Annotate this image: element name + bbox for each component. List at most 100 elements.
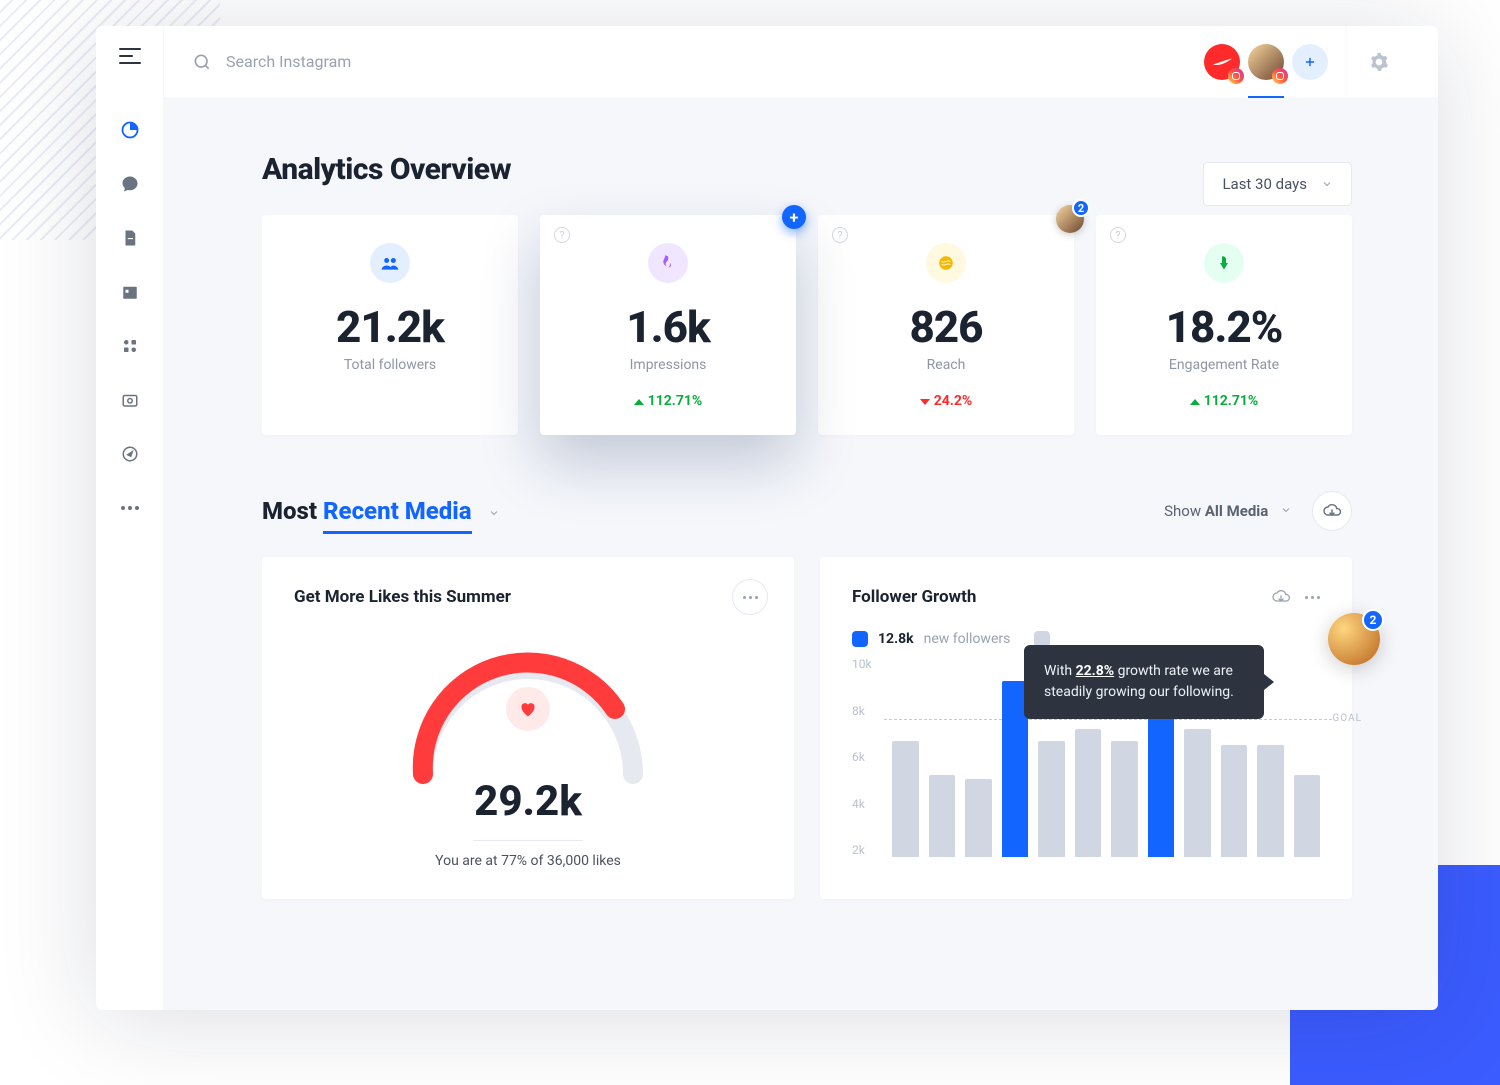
reach-label: Reach <box>840 357 1052 373</box>
search-field[interactable] <box>192 52 1204 72</box>
overview-header: Analytics Overview Last 30 days <box>262 152 1352 215</box>
legend-label: new followers <box>924 631 1011 647</box>
chevron-down-icon <box>1280 504 1292 516</box>
bar[interactable] <box>929 775 956 857</box>
overview-title: Analytics Overview <box>262 152 511 187</box>
account-switcher <box>1204 44 1328 80</box>
sidebar-item-camera[interactable] <box>120 390 140 410</box>
bar[interactable] <box>892 741 919 857</box>
chevron-down-icon <box>1321 178 1333 190</box>
gauge-caption: You are at 77% of 36,000 likes <box>294 853 762 869</box>
sidebar-item-grid[interactable] <box>120 336 140 356</box>
reach-delta: 24.2% <box>840 393 1052 409</box>
media-filter-prefix: Show <box>1164 502 1205 520</box>
main-area: Analytics Overview Last 30 days 21.2k To… <box>164 26 1438 1010</box>
media-section-header: Most Recent Media Show All Media <box>262 491 1352 531</box>
settings-button[interactable] <box>1346 26 1410 97</box>
sidebar-item-schedule[interactable] <box>120 282 140 302</box>
followers-label: Total followers <box>284 357 496 373</box>
bar[interactable] <box>1038 741 1065 857</box>
bar[interactable] <box>1111 741 1138 857</box>
account-avatar-nike[interactable] <box>1204 44 1240 80</box>
gauge-title: Get More Likes this Summer <box>294 587 762 607</box>
stat-card-followers[interactable]: 21.2k Total followers <box>262 215 518 435</box>
stat-card-engagement[interactable]: ? 18.2% Engagement Rate 112.71% <box>1096 215 1352 435</box>
media-filter-value: All Media <box>1205 502 1268 520</box>
reach-value: 826 <box>840 301 1052 353</box>
growth-bar-chart: 10k 8k 6k 4k 2k GOAL With 22.8% growth r… <box>852 657 1320 857</box>
bottom-panels: Get More Likes this Summer 29 <box>262 557 1352 899</box>
collaborator-badge[interactable]: 2 <box>1056 205 1084 233</box>
stat-cards-row: 21.2k Total followers ? + 1.6k Impressio… <box>262 215 1352 435</box>
date-range-label: Last 30 days <box>1222 175 1307 193</box>
cloud-download-icon[interactable] <box>1271 589 1291 605</box>
instagram-badge-icon <box>1228 68 1244 84</box>
bar[interactable] <box>1075 729 1102 857</box>
app-window: Analytics Overview Last 30 days 21.2k To… <box>96 26 1438 1010</box>
add-badge-icon[interactable]: + <box>782 205 806 229</box>
media-title-accent: Recent Media <box>323 497 472 534</box>
chevron-down-icon <box>488 507 500 519</box>
y-axis-labels: 10k 8k 6k 4k 2k <box>852 657 872 857</box>
media-filter-controls: Show All Media <box>1164 491 1352 531</box>
search-input[interactable] <box>226 52 626 71</box>
download-button[interactable] <box>1312 491 1352 531</box>
date-range-select[interactable]: Last 30 days <box>1203 162 1352 206</box>
reach-icon <box>926 243 966 283</box>
bar[interactable] <box>1294 775 1321 857</box>
impressions-delta: 112.71% <box>562 393 774 409</box>
bar[interactable] <box>965 779 992 857</box>
bar[interactable] <box>1257 745 1284 857</box>
legend-value: 12.8k <box>878 631 914 647</box>
growth-title: Follower Growth <box>852 587 976 607</box>
growth-panel-actions <box>1271 589 1320 605</box>
followers-value: 21.2k <box>284 301 496 353</box>
account-avatar-person[interactable] <box>1248 44 1284 80</box>
engagement-delta: 112.71% <box>1118 393 1330 409</box>
bar[interactable] <box>1221 745 1248 857</box>
gauge-chart <box>393 629 663 789</box>
impressions-label: Impressions <box>562 357 774 373</box>
sidebar-item-comments[interactable] <box>120 174 140 194</box>
sidebar-item-analytics[interactable] <box>120 120 140 140</box>
content-area: Analytics Overview Last 30 days 21.2k To… <box>164 98 1438 1010</box>
panel-more-icon[interactable] <box>1305 596 1320 599</box>
engagement-icon <box>1204 243 1244 283</box>
nav-icons <box>120 120 140 518</box>
sidebar-item-explore[interactable] <box>120 444 140 464</box>
instagram-badge-icon <box>1272 68 1288 84</box>
help-icon[interactable]: ? <box>554 227 570 243</box>
engagement-value: 18.2% <box>1118 301 1330 353</box>
collaborator-avatar[interactable]: 2 <box>1328 613 1380 665</box>
followers-icon <box>370 243 410 283</box>
media-filter-select[interactable]: Show All Media <box>1164 502 1292 520</box>
add-account-button[interactable] <box>1292 44 1328 80</box>
media-title-prefix: Most <box>262 497 323 525</box>
sidebar <box>96 26 164 1010</box>
legend-swatch-blue <box>852 631 868 647</box>
follower-growth-panel: Follower Growth 12.8k new followers <box>820 557 1352 899</box>
media-title[interactable]: Most Recent Media <box>262 497 500 525</box>
stat-card-reach[interactable]: ? 2 826 Reach 24.2% <box>818 215 1074 435</box>
topbar <box>164 26 1438 98</box>
sidebar-item-documents[interactable] <box>120 228 140 248</box>
heart-icon <box>506 687 550 731</box>
cloud-download-icon <box>1322 503 1342 519</box>
active-account-indicator <box>1248 96 1284 98</box>
goal-label: GOAL <box>1333 713 1363 724</box>
help-icon[interactable]: ? <box>1110 227 1126 243</box>
gear-icon <box>1369 52 1389 72</box>
likes-gauge-panel: Get More Likes this Summer 29 <box>262 557 794 899</box>
engagement-label: Engagement Rate <box>1118 357 1330 373</box>
collaborator-count-badge: 2 <box>1362 609 1384 631</box>
impressions-icon <box>648 243 688 283</box>
impressions-value: 1.6k <box>562 301 774 353</box>
bar[interactable] <box>1184 729 1211 857</box>
sidebar-item-more[interactable] <box>120 498 140 518</box>
menu-toggle-icon[interactable] <box>119 48 141 64</box>
search-icon <box>192 52 212 72</box>
help-icon[interactable]: ? <box>832 227 848 243</box>
growth-tooltip: With 22.8% growth rate we are steadily g… <box>1024 645 1264 719</box>
panel-more-button[interactable] <box>732 579 768 615</box>
stat-card-impressions[interactable]: ? + 1.6k Impressions 112.71% <box>540 215 796 435</box>
